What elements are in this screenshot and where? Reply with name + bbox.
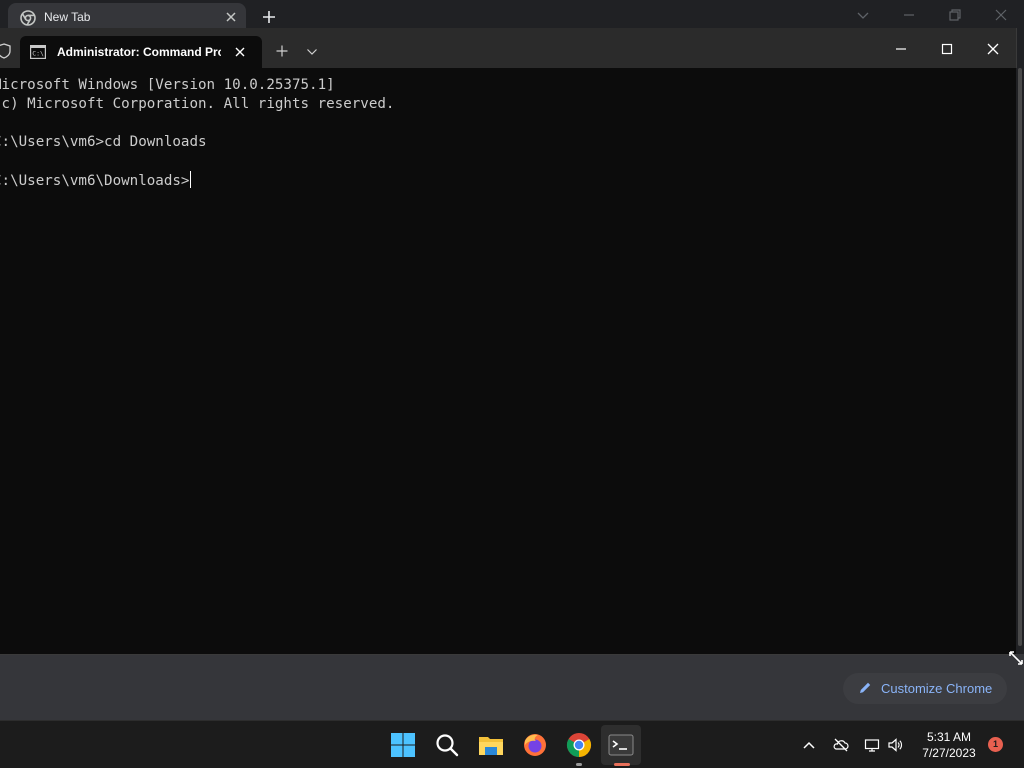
notification-badge[interactable]: 1: [988, 737, 1003, 752]
terminal-active-indicator: [614, 763, 630, 766]
shield-icon: [0, 43, 11, 59]
terminal-tab-title: Administrator: Command Prompt: [57, 45, 221, 59]
terminal-line: Microsoft Windows [Version 10.0.25375.1]: [0, 77, 335, 93]
clock-time: 5:31 AM: [926, 730, 972, 744]
clock-date: 7/27/2023: [922, 746, 976, 760]
terminal-icon[interactable]: [607, 731, 635, 759]
chrome-tab-title: New Tab: [44, 10, 91, 24]
start-icon[interactable]: [389, 731, 417, 759]
chrome-new-tab-button[interactable]: [261, 9, 277, 25]
chrome-tab-search-icon[interactable]: [856, 8, 870, 22]
chevron-up-icon[interactable]: [801, 737, 817, 753]
terminal-line: (c) Microsoft Corporation. All rights re…: [0, 96, 395, 112]
window-close-icon[interactable]: [986, 42, 1000, 56]
close-icon[interactable]: [233, 45, 247, 59]
onedrive-offline-icon[interactable]: [833, 737, 849, 753]
terminal-window: C:\ Administrator: Command Prompt: [0, 28, 1017, 655]
terminal-output[interactable]: Microsoft Windows [Version 10.0.25375.1]…: [0, 68, 1014, 654]
resize-cursor-icon: [1009, 651, 1023, 665]
svg-text:C:\: C:\: [32, 50, 44, 58]
customize-chrome-button[interactable]: Customize Chrome: [843, 673, 1007, 704]
pencil-icon: [860, 682, 871, 693]
volume-icon[interactable]: [887, 737, 903, 753]
desktop-screen: New Tab Customize Chrome C:\ Administrat…: [0, 0, 1024, 768]
terminal-prompt: C:\Users\vm6\Downloads>: [0, 173, 190, 189]
terminal-tab-command-prompt[interactable]: C:\ Administrator: Command Prompt: [20, 36, 262, 68]
scrollbar-thumb[interactable]: [1018, 68, 1022, 646]
taskbar-clock[interactable]: 5:31 AM 7/27/2023: [910, 729, 988, 761]
text-cursor: [190, 171, 192, 188]
network-icon[interactable]: [864, 737, 880, 753]
terminal-prompt-line[interactable]: C:\Users\vm6\Downloads>: [0, 171, 192, 191]
command-prompt-icon: C:\: [30, 45, 46, 59]
chrome-running-indicator: [576, 763, 582, 766]
chrome-restore-icon[interactable]: [948, 8, 962, 22]
chrome-minimize-icon[interactable]: [902, 8, 916, 22]
chevron-down-icon[interactable]: [306, 47, 318, 57]
customize-chrome-label: Customize Chrome: [881, 681, 993, 696]
minimize-icon[interactable]: [894, 42, 908, 56]
terminal-titlebar[interactable]: C:\ Administrator: Command Prompt: [0, 28, 1016, 68]
chrome-close-icon[interactable]: [994, 8, 1008, 22]
terminal-line: C:\Users\vm6>cd Downloads: [0, 134, 207, 150]
file-explorer-icon[interactable]: [477, 731, 505, 759]
taskbar: 5:31 AM 7/27/2023 1: [0, 720, 1024, 768]
terminal-scrollbar[interactable]: [1016, 68, 1024, 654]
maximize-icon[interactable]: [940, 42, 954, 56]
terminal-new-tab-button[interactable]: [276, 45, 288, 57]
close-icon[interactable]: [224, 10, 238, 24]
firefox-icon[interactable]: [521, 731, 549, 759]
chrome-favicon-icon: [20, 10, 36, 26]
chrome-icon[interactable]: [565, 731, 593, 759]
search-icon[interactable]: [433, 731, 461, 759]
